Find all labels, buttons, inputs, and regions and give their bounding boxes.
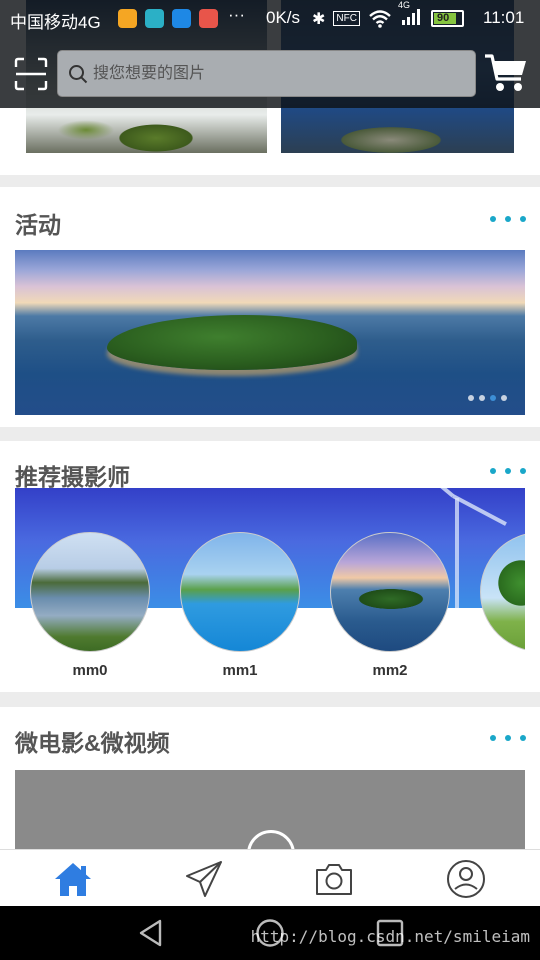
photographer-item[interactable]: mm2 bbox=[330, 532, 450, 679]
film-more-icon[interactable] bbox=[490, 733, 526, 743]
signal-icon: 4G bbox=[398, 0, 426, 31]
photographer-item-partial[interactable] bbox=[480, 532, 525, 652]
tab-profile[interactable] bbox=[445, 858, 487, 900]
banner-dot bbox=[501, 395, 507, 401]
film-section: 微电影&微视频 bbox=[0, 707, 540, 878]
notification-app-icons bbox=[118, 9, 218, 28]
browser-app-icon bbox=[118, 9, 137, 28]
tab-home[interactable] bbox=[52, 858, 94, 900]
search-bar[interactable] bbox=[57, 50, 476, 97]
bluetooth-icon: ✱ bbox=[312, 10, 326, 28]
activity-banner[interactable] bbox=[15, 250, 525, 415]
activity-section: 活动 bbox=[0, 187, 540, 427]
photographer-name: mm0 bbox=[72, 662, 108, 679]
photographer-name: mm1 bbox=[222, 662, 258, 679]
system-navigation-bar: http://blog.csdn.net/smileiam bbox=[0, 906, 540, 960]
carrier-label: 中国移动4G bbox=[10, 13, 101, 32]
photographer-avatar bbox=[30, 532, 150, 652]
wind-turbine-decoration bbox=[455, 498, 459, 608]
photographer-item[interactable]: mm0 bbox=[30, 532, 150, 679]
app-screen: 活动 推荐摄影师 mm0 mm1 mm2 微电影&微视频 中国移动4G ··· … bbox=[0, 0, 540, 960]
status-bar: 中国移动4G ··· 0K/s ✱ NFC 4G 90 11:01 bbox=[0, 0, 540, 36]
top-bar: 中国移动4G ··· 0K/s ✱ NFC 4G 90 11:01 搜您想要的图… bbox=[0, 0, 540, 108]
photographer-avatar bbox=[480, 532, 525, 652]
video-thumbnail[interactable] bbox=[15, 770, 525, 878]
battery-icon: 90 bbox=[431, 10, 464, 27]
scan-qr-button[interactable] bbox=[14, 57, 48, 91]
nfc-icon: NFC bbox=[333, 11, 360, 26]
photographer-avatar bbox=[180, 532, 300, 652]
shopping-cart-icon bbox=[485, 54, 526, 91]
banner-dot-active bbox=[490, 395, 496, 401]
scan-icon bbox=[14, 57, 48, 91]
banner-dot bbox=[479, 395, 485, 401]
missed-call-icon bbox=[199, 9, 218, 28]
back-icon[interactable] bbox=[136, 918, 166, 948]
network-type-label: 4G bbox=[397, 0, 410, 10]
photographers-section: 推荐摄影师 mm0 mm1 mm2 bbox=[0, 441, 540, 692]
status-icons: ✱ NFC 4G bbox=[312, 0, 426, 31]
photographer-item[interactable]: mm1 bbox=[180, 532, 300, 679]
film-title: 微电影&微视频 bbox=[15, 730, 170, 756]
more-notifications-icon: ··· bbox=[228, 5, 245, 24]
banner-island-image bbox=[107, 315, 357, 370]
bottom-tab-bar bbox=[0, 849, 540, 906]
photographer-name: mm2 bbox=[372, 662, 408, 679]
watermark-text: http://blog.csdn.net/smileiam bbox=[250, 927, 530, 946]
tab-camera[interactable] bbox=[313, 858, 355, 900]
user-profile-icon bbox=[447, 860, 485, 898]
wifi-icon bbox=[369, 9, 391, 28]
shopping-cart-button[interactable] bbox=[484, 52, 528, 94]
tab-discover[interactable] bbox=[183, 858, 225, 900]
photographers-more-icon[interactable] bbox=[490, 466, 526, 476]
paper-plane-icon bbox=[186, 861, 222, 897]
home-icon bbox=[55, 863, 91, 896]
clock: 11:01 bbox=[483, 8, 525, 27]
android-app-icon bbox=[145, 9, 164, 28]
activity-more-icon[interactable] bbox=[490, 214, 526, 224]
search-input[interactable] bbox=[93, 51, 463, 96]
search-icon bbox=[69, 65, 88, 84]
message-app-icon bbox=[172, 9, 191, 28]
banner-dot bbox=[468, 395, 474, 401]
photographer-carousel[interactable]: mm0 mm1 mm2 bbox=[15, 488, 525, 683]
banner-page-indicator bbox=[468, 395, 507, 401]
photographers-title: 推荐摄影师 bbox=[15, 464, 130, 490]
net-speed: 0K/s bbox=[266, 8, 301, 27]
camera-icon bbox=[316, 864, 352, 895]
activity-title: 活动 bbox=[15, 212, 61, 238]
battery-level: 90 bbox=[437, 12, 450, 24]
photographer-avatar bbox=[330, 532, 450, 652]
